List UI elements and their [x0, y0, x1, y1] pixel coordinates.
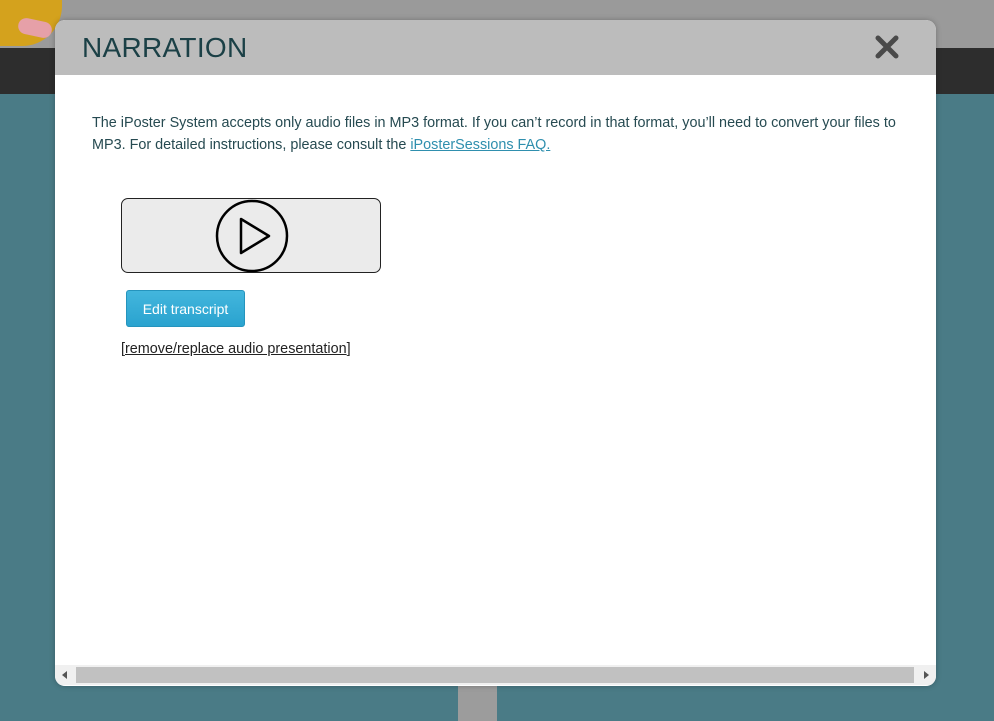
scrollbar-thumb[interactable]: [76, 667, 914, 683]
edit-transcript-button[interactable]: Edit transcript: [126, 290, 245, 327]
close-x-icon[interactable]: [873, 33, 901, 61]
remove-replace-audio-link[interactable]: [remove/replace audio presentation]: [121, 341, 351, 357]
horizontal-scrollbar[interactable]: [55, 665, 936, 685]
faq-link[interactable]: iPosterSessions FAQ.: [410, 137, 550, 153]
audio-player[interactable]: [121, 198, 381, 273]
scroll-right-button[interactable]: [916, 665, 936, 685]
background-stand: [458, 684, 497, 721]
scroll-left-button[interactable]: [55, 665, 75, 685]
scroll-left-arrow-icon[interactable]: [55, 665, 75, 685]
modal-title: NARRATION: [82, 32, 248, 63]
modal-header: NARRATION: [55, 20, 936, 75]
close-button[interactable]: [873, 33, 901, 61]
remove-replace-label[interactable]: remove/replace audio presentation: [125, 341, 347, 357]
bracket-close: ]: [346, 341, 351, 357]
narration-modal: NARRATION The iPoster System accepts onl…: [55, 20, 936, 686]
narration-description: The iPoster System accepts only audio fi…: [92, 112, 912, 156]
play-icon[interactable]: [215, 199, 289, 273]
scroll-right-arrow-icon[interactable]: [916, 665, 936, 685]
